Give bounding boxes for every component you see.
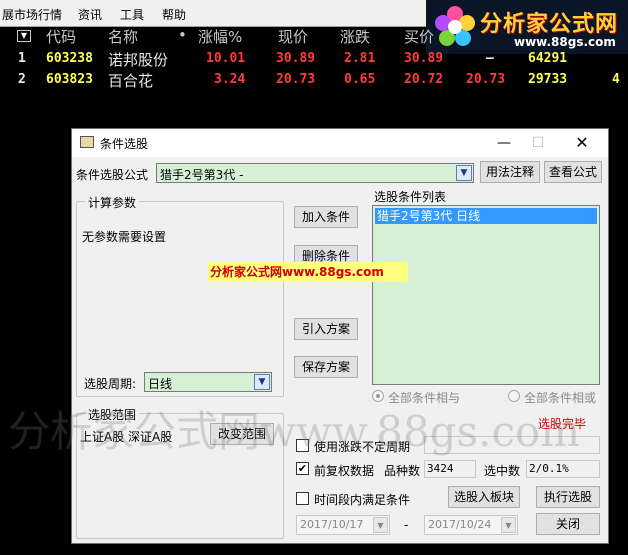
- formula-label: 条件选股公式: [76, 168, 149, 182]
- minimize-icon[interactable]: —: [490, 133, 518, 153]
- stock-bid: 30.89: [404, 51, 444, 66]
- row-index: 2: [18, 72, 26, 87]
- stock-name[interactable]: 百合花: [108, 70, 153, 91]
- import-scheme-button[interactable]: 引入方案: [294, 318, 358, 340]
- chevron-down-icon: ▼: [373, 517, 388, 533]
- formula-select-value: 猎手2号第3代 -: [160, 168, 244, 182]
- watermark-banner: 分析家公式网www.88gs.com: [208, 262, 408, 282]
- col-header-change[interactable]: 涨跌: [340, 26, 370, 50]
- chevron-down-icon: ▼: [254, 374, 270, 390]
- date-to-value: 2017/10/24: [428, 518, 492, 531]
- status-text: 选股完毕: [538, 417, 587, 431]
- date-from-value: 2017/10/17: [300, 518, 364, 531]
- period-select-value: 日线: [148, 377, 173, 391]
- menu-market[interactable]: 展市场行情: [2, 6, 62, 23]
- chevron-down-icon: ▼: [456, 165, 472, 181]
- radio-and[interactable]: [372, 390, 384, 402]
- stock-bid: 20.72: [404, 72, 444, 87]
- usage-notes-button[interactable]: 用法注释: [480, 161, 540, 183]
- list-item[interactable]: 猎手2号第3代 日线: [375, 208, 597, 224]
- variety-count-field: 3424: [424, 460, 476, 478]
- period-label: 选股周期:: [84, 377, 137, 391]
- stock-name[interactable]: 诺邦股份: [108, 49, 168, 70]
- pre-adjust-checkbox[interactable]: ✔: [296, 462, 309, 475]
- stock-code[interactable]: 603238: [46, 51, 93, 66]
- stock-ask: —: [486, 51, 494, 66]
- close-button[interactable]: 关闭: [536, 513, 600, 535]
- selected-count-label: 选中数: [484, 464, 521, 478]
- stock-extra: 4: [612, 72, 620, 87]
- variable-period-field: [424, 436, 600, 454]
- menu-tools[interactable]: 工具: [120, 6, 144, 23]
- condition-list[interactable]: 猎手2号第3代 日线: [372, 205, 600, 385]
- stock-price: 20.73: [276, 72, 316, 87]
- col-header-dot: •: [178, 26, 187, 44]
- radio-and-label: 全部条件相与: [388, 391, 461, 405]
- site-logo: 分析家公式网 www.88gs.com: [426, 0, 628, 54]
- range-value: 上证A股 深证A股: [80, 430, 173, 444]
- stock-pct: 3.24: [214, 72, 246, 87]
- variety-count-label: 品种数: [384, 464, 421, 478]
- condition-list-label: 选股条件列表: [374, 190, 447, 204]
- column-menu-icon[interactable]: ▼: [17, 30, 31, 42]
- stock-ask: 20.73: [466, 72, 506, 87]
- pre-adjust-label: 前复权数据: [314, 464, 375, 478]
- to-sector-button[interactable]: 选股入板块: [448, 486, 520, 508]
- time-condition-label: 时间段内满足条件: [314, 493, 411, 507]
- radio-or[interactable]: [508, 390, 520, 402]
- selected-count-field: 2/0.1%: [526, 460, 600, 478]
- flower-logo-icon: [435, 6, 475, 46]
- menu-news[interactable]: 资讯: [78, 6, 102, 23]
- close-icon[interactable]: ✕: [568, 133, 596, 153]
- save-scheme-button[interactable]: 保存方案: [294, 356, 358, 378]
- execute-button[interactable]: 执行选股: [536, 486, 600, 508]
- radio-or-label: 全部条件相或: [524, 391, 597, 405]
- no-params-text: 无参数需要设置: [82, 230, 167, 244]
- row-index: 1: [18, 51, 26, 66]
- stock-pct: 10.01: [206, 51, 246, 66]
- col-header-pct[interactable]: 涨幅%: [198, 26, 242, 50]
- dialog-titlebar[interactable]: 条件选股 — ☐ ✕: [72, 129, 608, 157]
- stock-screener-dialog: 条件选股 — ☐ ✕ 条件选股公式 猎手2号第3代 - ▼ 用法注释 查看公式 …: [71, 128, 609, 544]
- col-header-price[interactable]: 现价: [278, 26, 308, 50]
- calc-params-title: 计算参数: [85, 194, 140, 211]
- window-icon: [80, 136, 94, 148]
- change-range-button[interactable]: 改变范围: [210, 423, 274, 445]
- maximize-icon: ☐: [531, 135, 545, 151]
- view-formula-button[interactable]: 查看公式: [544, 161, 602, 183]
- chevron-down-icon: ▼: [501, 517, 516, 533]
- variable-period-label: 使用涨跌不定周期: [314, 440, 411, 454]
- date-separator: -: [404, 518, 409, 532]
- logo-url-text: www.88gs.com: [514, 35, 616, 49]
- logo-brand-text: 分析家公式网: [480, 12, 619, 37]
- col-header-bid[interactable]: 买价: [404, 26, 434, 50]
- variable-period-checkbox[interactable]: [296, 439, 309, 452]
- date-to-picker[interactable]: 2017/10/24 ▼: [424, 515, 518, 535]
- range-title: 选股范围: [85, 406, 140, 423]
- stock-volume: 64291: [528, 51, 568, 66]
- formula-select[interactable]: 猎手2号第3代 - ▼: [156, 163, 474, 183]
- col-header-name[interactable]: 名称: [108, 26, 138, 50]
- period-select[interactable]: 日线 ▼: [144, 372, 272, 392]
- time-condition-checkbox[interactable]: [296, 492, 309, 505]
- stock-change: 0.65: [344, 72, 376, 87]
- stock-price: 30.89: [276, 51, 316, 66]
- menu-help[interactable]: 帮助: [162, 6, 186, 23]
- stock-volume: 29733: [528, 72, 568, 87]
- col-header-code[interactable]: 代码: [46, 26, 76, 50]
- add-condition-button[interactable]: 加入条件: [294, 206, 358, 228]
- stock-code[interactable]: 603823: [46, 72, 93, 87]
- stock-change: 2.81: [344, 51, 376, 66]
- date-from-picker[interactable]: 2017/10/17 ▼: [296, 515, 390, 535]
- dialog-title: 条件选股: [100, 137, 149, 151]
